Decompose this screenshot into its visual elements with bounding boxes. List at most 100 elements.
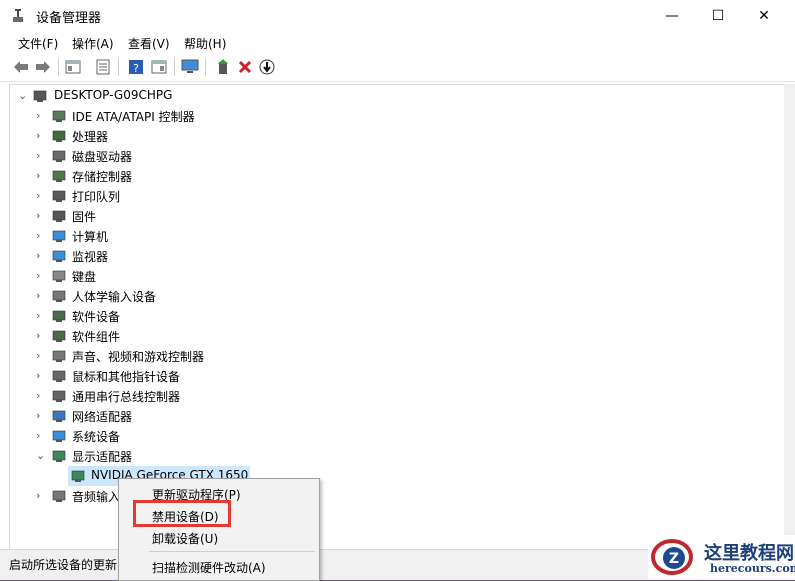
tree-item[interactable]: › 软件组件 <box>10 326 770 346</box>
update-driver-icon[interactable] <box>214 58 232 76</box>
expand-chevron-icon[interactable]: › <box>36 330 46 342</box>
tree-item[interactable]: › 处理器 <box>10 126 770 146</box>
expand-chevron-icon[interactable]: › <box>36 130 46 142</box>
menu-help[interactable]: 帮助(H) <box>184 35 226 52</box>
tree-item[interactable]: › IDE ATA/ATAPI 控制器 <box>10 106 770 126</box>
tree-item-label: 系统设备 <box>72 430 121 444</box>
expand-chevron-icon[interactable]: › <box>36 190 46 202</box>
maximize-button[interactable]: ☐ <box>695 0 741 31</box>
toolbar-divider <box>118 58 119 76</box>
context-item-scan-hardware[interactable]: 扫描检测硬件改动(A) <box>152 559 266 576</box>
tree-item[interactable]: › 鼠标和其他指针设备 <box>10 366 770 386</box>
tree-item[interactable]: › 打印队列 <box>10 186 770 206</box>
expand-chevron-icon[interactable]: › <box>36 110 46 122</box>
tree-item[interactable]: › 监视器 <box>10 246 770 266</box>
storage-controller-icon <box>52 170 66 182</box>
firmware-icon <box>52 210 66 222</box>
tree-item[interactable]: › 键盘 <box>10 266 770 286</box>
tree-item[interactable]: ⌄ 显示适配器 <box>10 446 770 466</box>
toolbar-divider <box>58 58 59 76</box>
uninstall-icon[interactable] <box>236 58 254 76</box>
tree-item-label: DESKTOP-G09CHPG <box>54 88 173 102</box>
tree-item[interactable]: › 磁盘驱动器 <box>10 146 770 166</box>
context-menu: 更新驱动程序(P) 禁用设备(D) 卸载设备(U) 扫描检测硬件改动(A) <box>118 478 320 581</box>
expand-chevron-icon[interactable]: › <box>36 390 46 402</box>
back-icon[interactable] <box>12 58 30 76</box>
window-title: 设备管理器 <box>36 11 102 26</box>
usb-icon <box>52 390 66 402</box>
vertical-scrollbar[interactable] <box>784 84 795 549</box>
tree-item-label: 音频输入 <box>72 490 121 504</box>
help-icon[interactable]: ? <box>127 58 145 76</box>
title-bar[interactable]: 设备管理器 — ☐ ✕ <box>0 0 795 31</box>
context-item-uninstall-device[interactable]: 卸载设备(U) <box>152 530 218 547</box>
toolbar-divider <box>205 58 206 76</box>
expand-chevron-icon[interactable]: › <box>36 230 46 242</box>
scan-hardware-icon[interactable] <box>258 58 276 76</box>
sound-icon <box>52 350 66 362</box>
maximize-icon: ☐ <box>711 7 725 24</box>
tree-item[interactable]: › 软件设备 <box>10 306 770 326</box>
expand-chevron-icon[interactable]: › <box>36 150 46 162</box>
expand-chevron-icon[interactable]: › <box>36 410 46 422</box>
system-device-icon <box>52 430 66 442</box>
expand-chevron-icon[interactable]: › <box>36 490 46 502</box>
svg-text:Z: Z <box>669 551 679 567</box>
tree-item-label: 通用串行总线控制器 <box>72 390 181 404</box>
status-text: 启动所选设备的更新 <box>9 558 118 572</box>
device-manager-app-icon <box>13 9 23 22</box>
disk-drive-icon <box>52 150 66 162</box>
collapse-chevron-icon[interactable]: ⌄ <box>36 450 46 462</box>
menu-action[interactable]: 操作(A) <box>72 35 114 52</box>
close-icon: ✕ <box>758 7 770 24</box>
hid-icon <box>52 290 66 302</box>
toolbar-divider <box>174 58 175 76</box>
tree-item-label: 软件组件 <box>72 330 121 344</box>
action-view-icon[interactable] <box>150 58 168 76</box>
tree-item[interactable]: › 通用串行总线控制器 <box>10 386 770 406</box>
tree-item-label: 键盘 <box>72 270 97 284</box>
monitor-icon[interactable] <box>181 58 199 76</box>
computer-icon <box>52 230 66 242</box>
svg-text:?: ? <box>133 62 139 75</box>
expand-chevron-icon[interactable]: › <box>36 290 46 302</box>
minimize-button[interactable]: — <box>649 0 695 31</box>
mouse-icon <box>52 370 66 382</box>
watermark-logo-icon: Z <box>651 539 693 575</box>
disable-device-highlight <box>133 500 231 527</box>
expand-chevron-icon[interactable]: › <box>36 310 46 322</box>
menu-file[interactable]: 文件(F) <box>18 35 58 52</box>
tree-item-label: 人体学输入设备 <box>72 290 157 304</box>
expand-chevron-icon[interactable]: › <box>36 210 46 222</box>
expand-chevron-icon[interactable]: › <box>36 250 46 262</box>
expand-chevron-icon[interactable]: › <box>36 430 46 442</box>
menu-view[interactable]: 查看(V) <box>128 35 170 52</box>
printer-icon <box>52 190 66 202</box>
forward-icon[interactable] <box>34 58 52 76</box>
show-hide-console-tree-icon[interactable] <box>64 58 82 76</box>
close-button[interactable]: ✕ <box>741 0 787 31</box>
tree-item[interactable]: › 系统设备 <box>10 426 770 446</box>
toolbar: ? <box>0 53 795 82</box>
tree-item[interactable]: › 固件 <box>10 206 770 226</box>
expand-chevron-icon[interactable]: › <box>36 270 46 282</box>
computer-root-icon <box>33 90 47 102</box>
tree-item-label: 监视器 <box>72 250 109 264</box>
device-manager-window: 设备管理器 — ☐ ✕ 文件(F) 操作(A) 查看(V) 帮助(H) ? ⌄ … <box>0 0 795 581</box>
tree-item[interactable]: › 人体学输入设备 <box>10 286 770 306</box>
collapse-chevron-icon[interactable]: ⌄ <box>18 90 28 102</box>
tree-item[interactable]: › 网络适配器 <box>10 406 770 426</box>
minimize-icon: — <box>665 7 679 24</box>
tree-root[interactable]: ⌄ DESKTOP-G09CHPG <box>10 86 770 106</box>
tree-item-label: 处理器 <box>72 130 109 144</box>
expand-chevron-icon[interactable]: › <box>36 370 46 382</box>
tree-item-label: 打印队列 <box>72 190 121 204</box>
properties-icon[interactable] <box>94 58 112 76</box>
expand-chevron-icon[interactable]: › <box>36 350 46 362</box>
menu-bar: 文件(F) 操作(A) 查看(V) 帮助(H) <box>0 31 795 53</box>
tree-item[interactable]: › 存储控制器 <box>10 166 770 186</box>
tree-item[interactable]: › 计算机 <box>10 226 770 246</box>
keyboard-icon <box>52 270 66 282</box>
expand-chevron-icon[interactable]: › <box>36 170 46 182</box>
tree-item[interactable]: › 声音、视频和游戏控制器 <box>10 346 770 366</box>
